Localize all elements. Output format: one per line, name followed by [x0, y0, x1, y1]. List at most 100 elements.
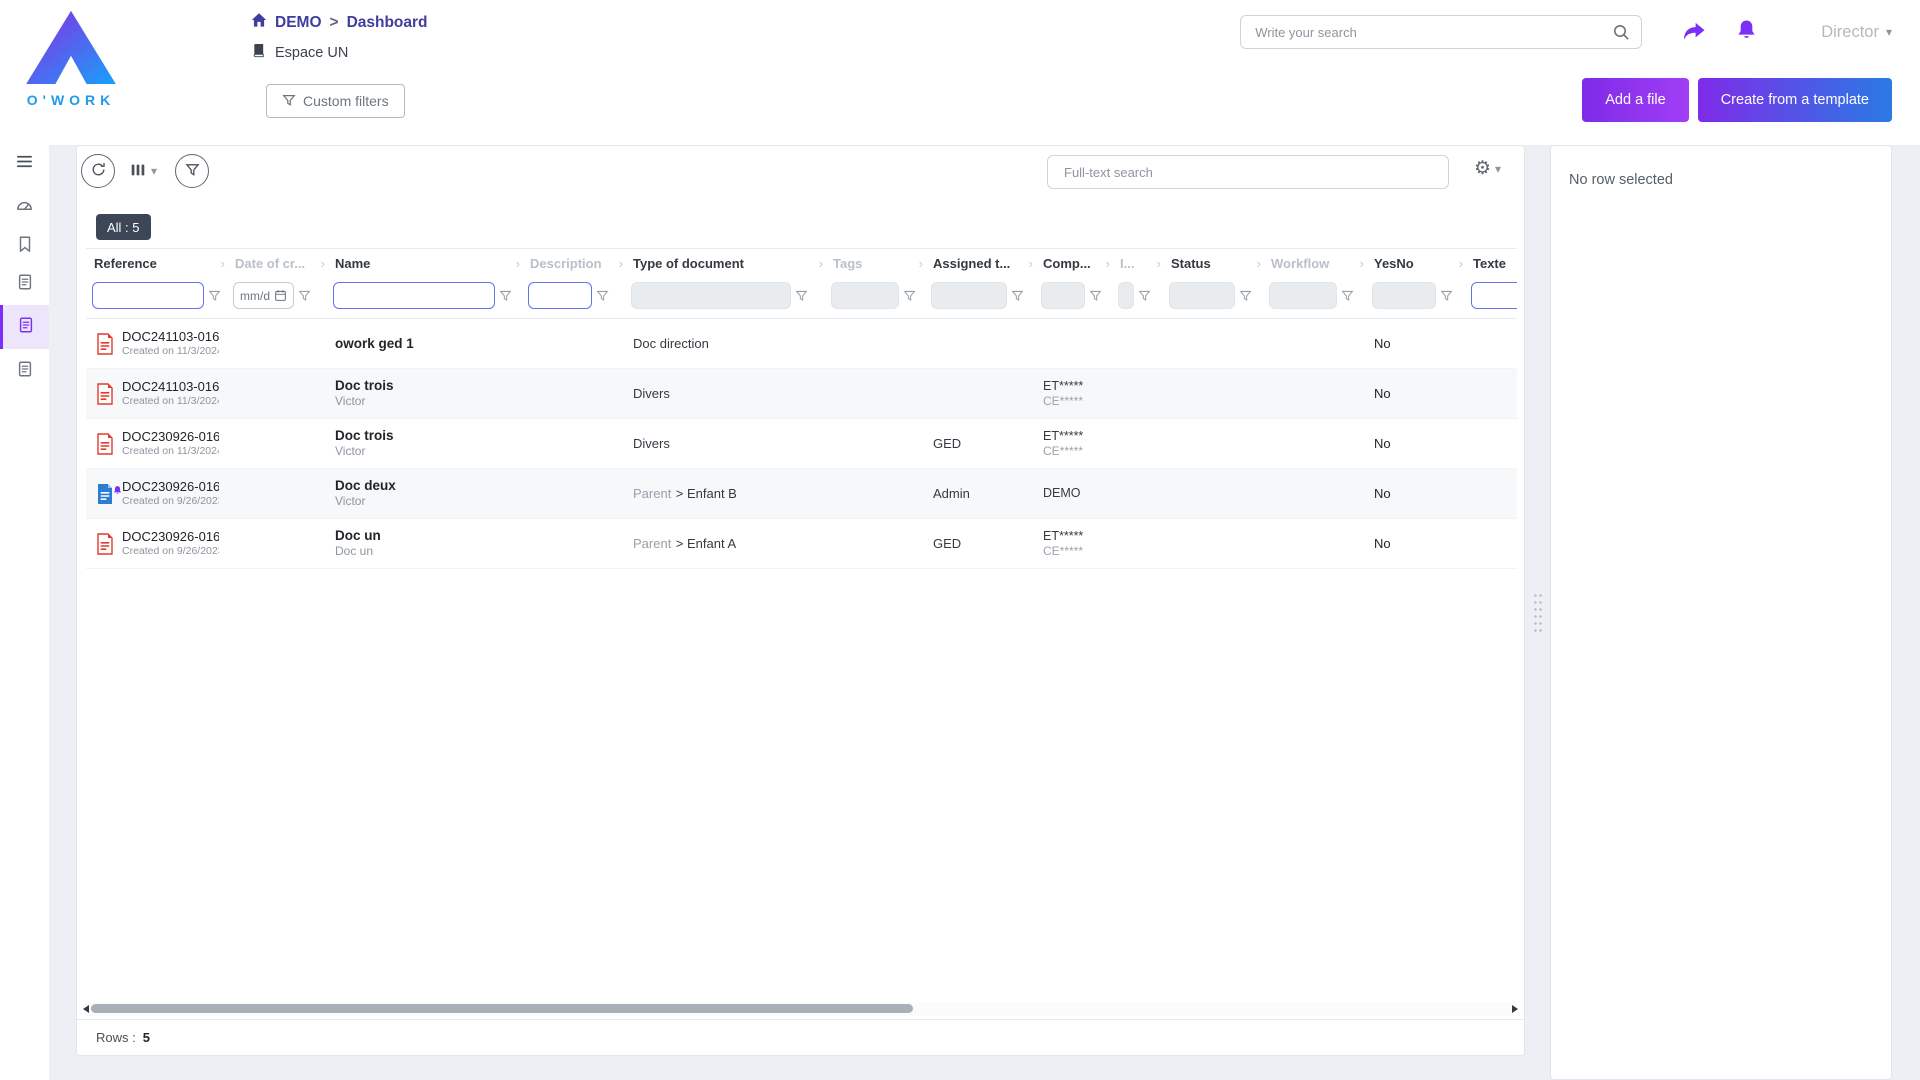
scroll-left-arrow-icon[interactable]: [83, 1005, 89, 1013]
word-file-icon: [96, 483, 114, 505]
table-row[interactable]: DOC241103-01627-0 Created on 11/3/2024 1…: [86, 369, 1517, 419]
filter-funnel-icon[interactable]: [208, 289, 221, 302]
table-row[interactable]: DOC230926-01608-0 Created on 9/26/2023 3…: [86, 519, 1517, 569]
notifications-button[interactable]: [1734, 18, 1759, 46]
date-filter-input[interactable]: mm/d: [233, 282, 294, 309]
menu-toggle[interactable]: [0, 145, 49, 183]
add-file-button[interactable]: Add a file: [1582, 78, 1688, 122]
home-icon[interactable]: [251, 12, 267, 33]
filter-funnel-icon[interactable]: [298, 289, 311, 302]
documents-list-card: ▾ ⚙ ▾ All : 5 Referen: [76, 145, 1525, 1056]
filter-funnel-icon[interactable]: [596, 289, 609, 302]
logo-text: O'WORK: [16, 92, 126, 108]
table-row[interactable]: DOC230926-01610-3 Created on 11/3/2024 1…: [86, 419, 1517, 469]
sort-chevron-icon: ›: [221, 256, 225, 271]
breadcrumb-separator: >: [330, 14, 339, 32]
sidebar-item-bookmarks[interactable]: [0, 227, 49, 265]
sidebar-item-dashboard[interactable]: [0, 189, 49, 227]
documents-table: Reference› Date of cr...› Name› Descript…: [86, 248, 1517, 569]
col-header-yesno[interactable]: YesNo›: [1366, 249, 1465, 277]
reference-filter-input[interactable]: [92, 282, 204, 309]
sidebar-item-documents-1[interactable]: [0, 265, 49, 303]
col-header-workflow[interactable]: Workflow›: [1263, 249, 1366, 277]
col-header-tags[interactable]: Tags›: [825, 249, 925, 277]
yesno-filter-control[interactable]: [1372, 282, 1436, 309]
filter-funnel-icon[interactable]: [499, 289, 512, 302]
fulltext-search-input[interactable]: [1047, 155, 1449, 189]
scroll-right-arrow-icon[interactable]: [1512, 1005, 1518, 1013]
description-cell: [522, 469, 625, 519]
app-logo[interactable]: O'WORK: [16, 8, 126, 108]
texte-filter-input[interactable]: [1471, 282, 1517, 309]
i-cell: [1112, 419, 1163, 469]
breadcrumb-root[interactable]: DEMO: [275, 14, 322, 32]
name-filter-input[interactable]: [333, 282, 495, 309]
tags-filter-control[interactable]: [831, 282, 899, 309]
assigned-filter-control[interactable]: [931, 282, 1007, 309]
alert-bell-icon: [112, 483, 123, 501]
horizontal-scrollbar[interactable]: [85, 1002, 1516, 1016]
type-filter-control[interactable]: [631, 282, 791, 309]
share-forward-icon: [1680, 18, 1708, 47]
sort-chevron-icon: ›: [919, 256, 923, 271]
sidebar-item-documents-active[interactable]: [0, 305, 49, 349]
col-header-company[interactable]: Comp...›: [1035, 249, 1112, 277]
sort-chevron-icon: ›: [1157, 256, 1161, 271]
filter-funnel-icon[interactable]: [1440, 289, 1453, 302]
workflow-filter-control[interactable]: [1269, 282, 1337, 309]
created-date: Created on 9/26/2023 3:09:45 AM: [122, 495, 219, 508]
description-filter-input[interactable]: [528, 282, 592, 309]
table-settings-button[interactable]: ⚙ ▾: [1474, 157, 1501, 180]
tab-all-count[interactable]: All : 5: [96, 214, 151, 240]
panel-resize-handle[interactable]: [1533, 592, 1543, 634]
filter-funnel-icon[interactable]: [903, 289, 916, 302]
user-role-menu[interactable]: Director ▾: [1821, 23, 1892, 42]
document-reference: DOC241103-01627-0: [122, 379, 219, 395]
sidebar-item-documents-2[interactable]: [0, 352, 49, 390]
create-from-template-button[interactable]: Create from a template: [1698, 78, 1892, 122]
description-cell: [522, 419, 625, 469]
empty-selection-message: No row selected: [1569, 172, 1673, 188]
hamburger-icon: [15, 152, 34, 176]
gear-icon: ⚙: [1474, 157, 1491, 180]
refresh-button[interactable]: [81, 154, 115, 188]
company-filter-control[interactable]: [1041, 282, 1085, 309]
columns-icon: [129, 161, 147, 182]
gauge-icon: [15, 196, 34, 220]
status-cell: [1163, 369, 1263, 419]
yesno-cell: No: [1366, 419, 1465, 469]
col-header-texte[interactable]: Texte: [1465, 249, 1517, 277]
share-button[interactable]: [1680, 18, 1708, 47]
table-row[interactable]: DOC230926-01609-0 Created on 9/26/2023 3…: [86, 469, 1517, 519]
col-header-name[interactable]: Name›: [327, 249, 522, 277]
description-cell: [522, 369, 625, 419]
status-filter-control[interactable]: [1169, 282, 1235, 309]
global-search-input[interactable]: [1240, 15, 1642, 49]
filter-funnel-icon[interactable]: [1341, 289, 1354, 302]
breadcrumb-current[interactable]: Dashboard: [347, 14, 428, 32]
col-header-i[interactable]: I...›: [1112, 249, 1163, 277]
company-cell: DEMO: [1035, 469, 1112, 519]
filters-button[interactable]: [175, 154, 209, 188]
filter-funnel-icon[interactable]: [1239, 289, 1252, 302]
top-header: O'WORK DEMO > Dashboard Espace UN: [0, 0, 1920, 145]
filter-funnel-icon[interactable]: [795, 289, 808, 302]
col-header-reference[interactable]: Reference›: [86, 249, 227, 277]
col-header-status[interactable]: Status›: [1163, 249, 1263, 277]
col-header-date[interactable]: Date of cr...›: [227, 249, 327, 277]
i-filter-control[interactable]: [1118, 282, 1134, 309]
filter-funnel-icon[interactable]: [1011, 289, 1024, 302]
left-sidebar: [0, 145, 49, 1080]
filter-funnel-icon[interactable]: [1138, 289, 1151, 302]
table-row[interactable]: DOC241103-01635-0 Created on 11/3/2024 1…: [86, 319, 1517, 369]
col-header-type[interactable]: Type of document›: [625, 249, 825, 277]
tags-cell: [825, 469, 925, 519]
filter-funnel-icon[interactable]: [1089, 289, 1102, 302]
scrollbar-thumb[interactable]: [91, 1004, 913, 1013]
column-settings-button[interactable]: ▾: [125, 154, 161, 188]
col-header-assigned[interactable]: Assigned t...›: [925, 249, 1035, 277]
workflow-cell: [1263, 519, 1366, 569]
col-header-description[interactable]: Description›: [522, 249, 625, 277]
sort-chevron-icon: ›: [819, 256, 823, 271]
custom-filters-button[interactable]: Custom filters: [266, 84, 405, 118]
